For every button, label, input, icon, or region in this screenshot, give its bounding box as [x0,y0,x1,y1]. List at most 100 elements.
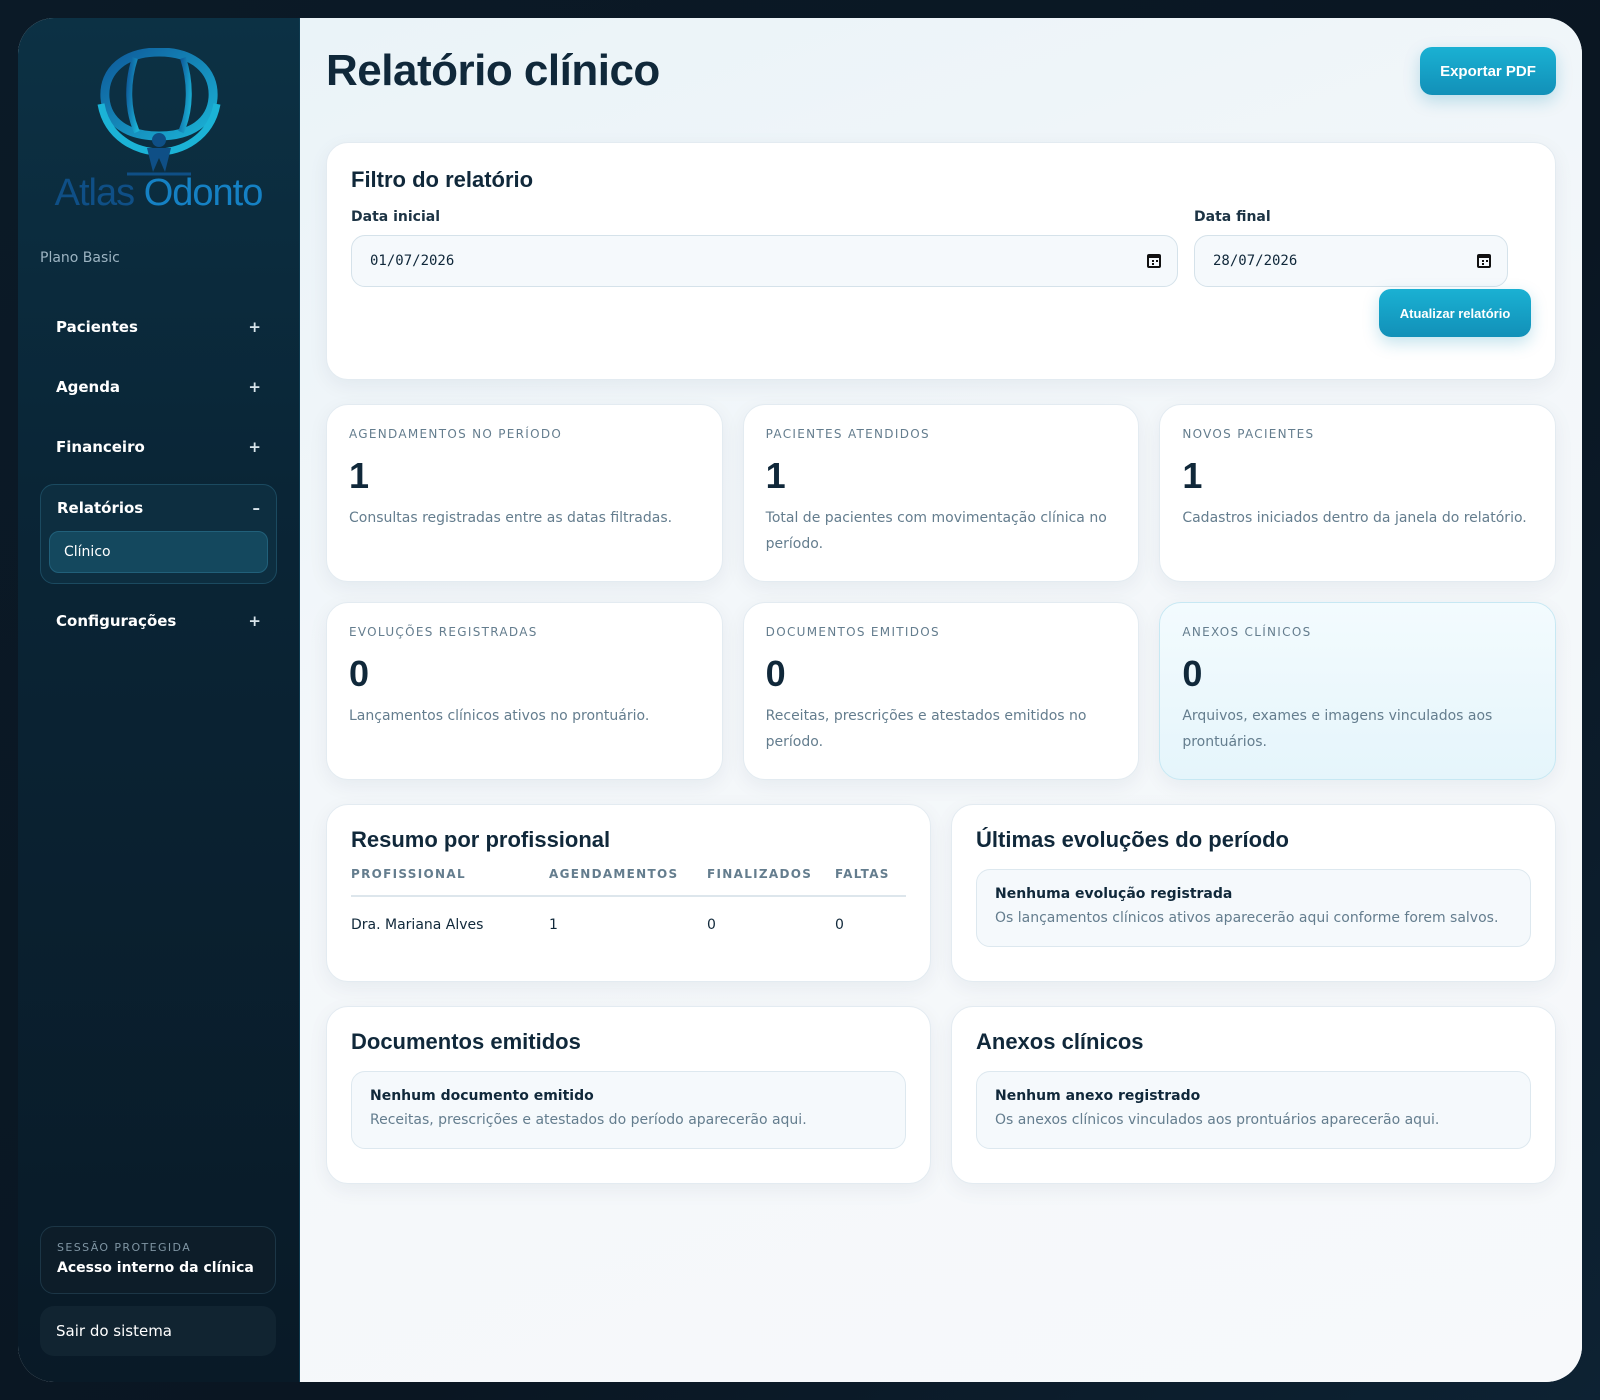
session-label: SESSÃO PROTEGIDA [57,1241,192,1254]
empty-state-description: Os anexos clínicos vinculados aos prontu… [995,1112,1440,1128]
sidebar-item-financeiro[interactable]: Financeiro + [40,424,277,470]
latest-evolutions-card: Últimas evoluções do período Nenhuma evo… [951,804,1556,982]
sidebar-nav: Pacientes + Agenda + Financeiro + Relató… [40,304,277,644]
stat-card-attachments: ANEXOS CLÍNICOS 0 Arquivos, exames e ima… [1159,602,1556,780]
stat-card-evolutions: EVOLUÇÕES REGISTRADAS 0 Lançamentos clín… [326,602,723,780]
table-cell: Dra. Mariana Alves [351,917,484,933]
sidebar-item-label: Agenda [56,378,121,396]
filter-fields: Data inicial 01/07/2026 Data final 28/07… [351,209,1531,287]
professional-summary-table: PROFISSIONAL AGENDAMENTOS FINALIZADOS FA… [351,867,906,953]
stat-label: NOVOS PACIENTES [1182,427,1315,441]
attachments-card: Anexos clínicos Nenhum anexo registrado … [951,1006,1556,1184]
column-header: AGENDAMENTOS [549,867,707,897]
stat-label: PACIENTES ATENDIDOS [765,427,930,441]
stat-description: Cadastros iniciados dentro da janela do … [1182,510,1527,526]
calendar-icon[interactable] [1477,254,1491,268]
session-card: SESSÃO PROTEGIDA Acesso interno da clíni… [40,1226,276,1294]
main-content: Relatório clínico Exportar PDF Filtro do… [300,18,1582,1382]
refresh-report-button[interactable]: Atualizar relatório [1379,289,1531,337]
professional-summary-card: Resumo por profissional PROFISSIONAL AGE… [326,804,931,982]
column-header: PROFISSIONAL [351,867,549,897]
session-value: Acesso interno da clínica [57,1260,254,1276]
table-row: Dra. Mariana Alves 1 0 0 [351,897,906,953]
expand-icon: + [248,612,261,630]
empty-state-title: Nenhum documento emitido [370,1088,594,1104]
stat-label: AGENDAMENTOS NO PERÍODO [349,427,563,441]
brand-name-part1: Atlas [54,172,135,214]
table-cell: 1 [549,917,558,933]
stat-card-appointments: AGENDAMENTOS NO PERÍODO 1 Consultas regi… [326,404,723,582]
empty-state-title: Nenhuma evolução registrada [995,886,1233,902]
end-date-input[interactable]: 28/07/2026 [1194,235,1508,287]
empty-state: Nenhum anexo registrado Os anexos clínic… [976,1071,1531,1149]
sidebar-subitem-clinico[interactable]: Clínico [49,531,268,573]
evolutions-title: Últimas evoluções do período [976,827,1289,852]
attachments-title: Anexos clínicos [976,1029,1144,1054]
expand-icon: + [248,318,261,336]
stat-label: DOCUMENTOS EMITIDOS [765,625,940,639]
sidebar-item-relatorios[interactable]: Relatórios – [49,485,268,531]
sidebar: Atlas Odonto Plano Basic Pacientes + Age… [18,18,300,1382]
stat-value: 0 [1182,653,1203,694]
end-date-value: 28/07/2026 [1213,253,1298,269]
sidebar-item-configuracoes[interactable]: Configurações + [40,598,277,644]
stat-value: 1 [1182,455,1203,496]
start-date-value: 01/07/2026 [370,253,455,269]
sidebar-item-label: Relatórios [57,499,144,517]
sidebar-item-pacientes[interactable]: Pacientes + [40,304,277,350]
stat-description: Arquivos, exames e imagens vinculados ao… [1182,708,1493,750]
table-cell: 0 [707,917,716,933]
stat-value: 1 [349,455,370,496]
sidebar-item-label: Configurações [56,612,177,630]
documents-title: Documentos emitidos [351,1029,581,1054]
brand-logo: Atlas Odonto [40,48,277,238]
stat-card-patients-served: PACIENTES ATENDIDOS 1 Total de pacientes… [742,404,1140,582]
logout-button[interactable]: Sair do sistema [40,1306,276,1356]
column-header: FINALIZADOS [707,867,835,897]
page-title: Relatório clínico [326,46,660,95]
sidebar-group-relatorios: Relatórios – Clínico [40,484,277,584]
sidebar-item-agenda[interactable]: Agenda + [40,364,277,410]
expand-icon: + [248,438,261,456]
stat-card-new-patients: NOVOS PACIENTES 1 Cadastros iniciados de… [1159,404,1556,582]
export-pdf-button[interactable]: Exportar PDF [1420,47,1556,95]
end-date-label: Data final [1194,209,1271,225]
plan-label: Plano Basic [40,250,120,266]
column-header: FALTAS [835,867,906,897]
start-date-label: Data inicial [351,209,440,225]
sidebar-item-label: Pacientes [56,318,138,336]
atlas-logo-icon [97,48,220,176]
page-header: Relatório clínico Exportar PDF [326,44,1556,142]
documents-card: Documentos emitidos Nenhum documento emi… [326,1006,931,1184]
panels-row-2: Documentos emitidos Nenhum documento emi… [326,1006,1556,1184]
table-header-row: PROFISSIONAL AGENDAMENTOS FINALIZADOS FA… [351,867,906,897]
stat-description: Total de pacientes com movimentação clín… [765,510,1107,552]
panels-row-1: Resumo por profissional PROFISSIONAL AGE… [326,804,1556,982]
app-window: Atlas Odonto Plano Basic Pacientes + Age… [18,18,1582,1382]
stat-description: Lançamentos clínicos ativos no prontuári… [349,708,650,724]
empty-state: Nenhum documento emitido Receitas, presc… [351,1071,906,1149]
stat-description: Consultas registradas entre as datas fil… [349,510,673,526]
empty-state-title: Nenhum anexo registrado [995,1088,1201,1104]
report-filter-card: Filtro do relatório Data inicial 01/07/2… [326,142,1556,380]
stat-card-documents: DOCUMENTOS EMITIDOS 0 Receitas, prescriç… [742,602,1140,780]
empty-state-description: Os lançamentos clínicos ativos aparecerã… [995,910,1499,926]
stat-value: 1 [765,455,786,496]
calendar-icon[interactable] [1147,254,1161,268]
sidebar-item-label: Financeiro [56,438,145,456]
stat-description: Receitas, prescrições e atestados emitid… [765,708,1087,750]
stat-label: EVOLUÇÕES REGISTRADAS [349,625,538,639]
stats-grid: AGENDAMENTOS NO PERÍODO 1 Consultas regi… [326,404,1556,780]
expand-icon: + [248,378,261,396]
filter-title: Filtro do relatório [351,167,534,192]
stat-value: 0 [765,653,786,694]
empty-state-description: Receitas, prescrições e atestados do per… [370,1112,807,1128]
summary-title: Resumo por profissional [351,827,611,852]
end-date-field: Data final 28/07/2026 [1194,209,1508,287]
brand-name: Atlas Odonto [54,172,264,215]
start-date-field: Data inicial 01/07/2026 [351,209,1178,287]
table-cell: 0 [835,917,844,933]
empty-state: Nenhuma evolução registrada Os lançament… [976,869,1531,947]
brand-name-part2: Odonto [143,172,264,214]
start-date-input[interactable]: 01/07/2026 [351,235,1178,287]
